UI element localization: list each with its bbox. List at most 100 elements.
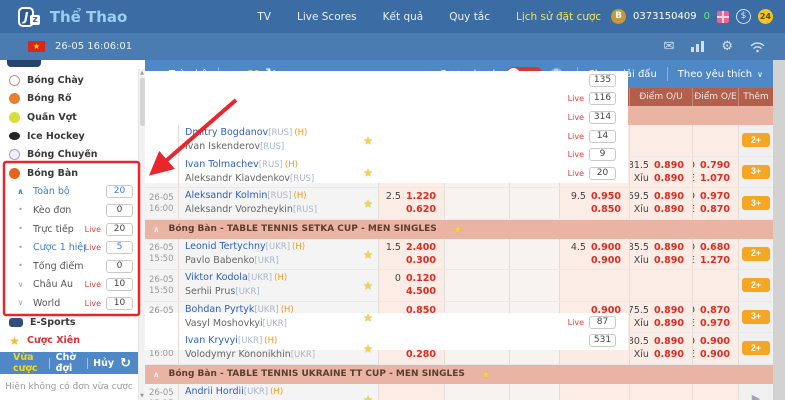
tab-pending[interactable]: Chờ đợi — [50, 352, 87, 374]
odds-line[interactable]: 0.850 — [560, 203, 629, 216]
mail-icon[interactable]: ✉ — [663, 40, 674, 53]
odds-diem-oe[interactable] — [692, 384, 738, 400]
odds-diem-oe[interactable] — [692, 125, 738, 156]
odds-line[interactable]: Xỉu0.890 — [630, 203, 692, 216]
odds-line[interactable]: 85.50.890 — [630, 241, 692, 254]
sidebar-item-bong-chay[interactable]: Bóng Chày135 — [0, 71, 628, 90]
sidebar-item-chau-au[interactable]: ∨Châu ÂuLive10 — [0, 276, 145, 295]
scroll-up-icon[interactable]: ▲ — [139, 70, 145, 76]
favorite-star-icon[interactable]: ★ — [453, 223, 463, 236]
nav-live-scores[interactable]: Live Scores — [297, 11, 357, 23]
more-markets-button[interactable]: 2+ — [742, 341, 770, 355]
refresh-icon[interactable]: ↻ — [120, 356, 131, 371]
dollar-coin-icon[interactable]: $ — [736, 9, 751, 24]
odds-line[interactable]: 69.50.890 — [630, 190, 692, 203]
odds-diem-ou[interactable] — [629, 270, 692, 301]
scrollbar-thumb[interactable] — [140, 78, 145, 126]
favorites-button[interactable]: Theo yêu thích — [678, 69, 752, 80]
odds-line[interactable]: Xỉu0.890 — [630, 254, 692, 267]
odds-hiep-ou[interactable] — [444, 384, 509, 400]
odds-hiep-hdp[interactable]: 2.51.2200.620 — [378, 188, 444, 219]
odds-diem-hdp[interactable]: 4.50.9000.900 — [559, 239, 629, 270]
odds-diem-oe[interactable]: O0.790E1.070 — [692, 157, 738, 188]
odds-line[interactable]: E1.070 — [693, 172, 738, 185]
sidebar-item-toan-bo[interactable]: ∧Toàn bộ20 — [0, 183, 145, 202]
odds-line[interactable]: O0.870 — [693, 304, 738, 317]
odds-diem-hdp[interactable] — [559, 384, 629, 400]
odds-line[interactable]: 00.120 — [379, 272, 444, 285]
odds-line[interactable]: 0.280 — [379, 348, 444, 361]
odds-diem-ou[interactable]: 80.50.890Xỉu0.890 — [629, 333, 692, 364]
favorite-star-icon[interactable]: ★ — [363, 135, 373, 148]
sidebar-scrollbar[interactable]: ▲ ▼ — [138, 69, 145, 400]
more-markets-button[interactable]: 2+ — [742, 247, 770, 261]
league-header[interactable]: ∧Bóng Bàn - TABLE TENNIS SETKA CUP - MEN… — [145, 220, 773, 239]
favorite-star-icon[interactable]: ★ — [363, 166, 373, 179]
odds-line[interactable]: O0.790 — [693, 159, 738, 172]
odds-line[interactable]: 4.50.900 — [560, 241, 629, 254]
sidebar-item-cuoc-1-hiep[interactable]: •Cược 1 hiệpLive5 — [0, 238, 145, 257]
more-markets-button[interactable]: 2+ — [742, 133, 770, 147]
sidebar-item-world[interactable]: ∨WorldLive10 — [0, 294, 145, 313]
odds-diem-oe[interactable]: O0.870E0.970 — [692, 302, 738, 333]
odds-hiep-ou[interactable] — [444, 188, 509, 219]
favorite-star-icon[interactable]: ★ — [363, 280, 373, 293]
odds-line[interactable]: E0.970 — [693, 317, 738, 330]
odds-diem-hdp[interactable] — [559, 270, 629, 301]
odds-hiep-ml[interactable] — [509, 188, 559, 219]
odds-line[interactable]: 81.50.890 — [630, 159, 692, 172]
more-markets-button[interactable]: 2+ — [742, 278, 770, 292]
more-markets-button[interactable]: 3+ — [742, 310, 770, 324]
odds-hiep-ml[interactable] — [509, 384, 559, 400]
odds-line[interactable]: 0.620 — [379, 203, 444, 216]
sidebar-item-truc-tiep[interactable]: •Trực tiếpLive20 — [0, 220, 145, 239]
odds-diem-oe[interactable]: O0.900E0.900 — [692, 333, 738, 364]
chevron-up-icon[interactable]: ∧ — [153, 370, 160, 379]
odds-diem-ou[interactable] — [629, 125, 692, 156]
favorite-star-icon[interactable]: ★ — [481, 368, 491, 381]
odds-diem-oe[interactable]: O0.970E0.870 — [692, 188, 738, 219]
account-badge[interactable]: B — [611, 9, 626, 24]
odds-line[interactable]: 75.50.890 — [630, 304, 692, 317]
odds-line[interactable]: E1.270 — [693, 254, 738, 267]
odds-line[interactable]: E0.900 — [693, 348, 738, 361]
favorite-star-icon[interactable]: ★ — [363, 393, 373, 400]
odds-diem-hdp[interactable]: 9.50.9500.850 — [559, 188, 629, 219]
odds-hiep-hdp[interactable]: 1.52.4000.300 — [378, 239, 444, 270]
odds-hiep-hdp[interactable] — [378, 384, 444, 400]
odds-diem-ou[interactable]: 69.50.890Xỉu0.890 — [629, 188, 692, 219]
brand-logo[interactable]: J z Thể Thao — [18, 7, 127, 27]
odds-line[interactable]: Xỉu0.890 — [630, 317, 692, 330]
sidebar-item-keo-don[interactable]: •Kèo đơn0 — [0, 201, 145, 220]
favorite-star-icon[interactable]: ★ — [363, 311, 373, 324]
odds-hiep-ou[interactable] — [444, 239, 509, 270]
odds-line[interactable]: 4.500 — [379, 285, 444, 298]
odds-line[interactable]: O0.680 — [693, 241, 738, 254]
odds-line[interactable]: O0.900 — [693, 335, 738, 348]
odds-hiep-hdp[interactable]: 00.1204.500 — [378, 270, 444, 301]
more-markets-button[interactable]: 3+ — [742, 165, 770, 179]
nav-rules[interactable]: Quy tắc — [449, 11, 490, 23]
sidebar-item-bong-ro[interactable]: Bóng RổLive116 — [0, 90, 628, 109]
odds-line[interactable]: Xỉu0.890 — [630, 348, 692, 361]
favorite-star-icon[interactable]: ★ — [363, 343, 373, 356]
odds-line[interactable]: 0.300 — [379, 254, 444, 267]
sidebar-item-quan-vot[interactable]: Quần VợtLive314 — [0, 108, 628, 127]
odds-hiep-ml[interactable] — [509, 239, 559, 270]
odds-diem-ou[interactable]: 85.50.890Xỉu0.890 — [629, 239, 692, 270]
nav-bet-history[interactable]: Lịch sử đặt cược — [516, 11, 601, 23]
tab-cancelled[interactable]: Hủy — [87, 358, 120, 369]
support-24h-icon[interactable]: 24 — [758, 9, 773, 24]
odds-line[interactable]: 80.50.890 — [630, 335, 692, 348]
league-header[interactable]: ∧Bóng Bàn - TABLE TENNIS UKRAINE TT CUP … — [145, 365, 773, 384]
favorite-star-icon[interactable]: ★ — [363, 248, 373, 261]
chevron-down-icon[interactable]: ∨ — [757, 70, 763, 79]
odds-hiep-ou[interactable] — [444, 270, 509, 301]
odds-line[interactable]: 0.900 — [560, 254, 629, 267]
odds-line[interactable]: E0.870 — [693, 203, 738, 216]
nav-results[interactable]: Kết quả — [383, 11, 424, 23]
odds-line[interactable]: O0.970 — [693, 190, 738, 203]
gear-icon[interactable]: ⚙ — [721, 40, 733, 53]
odds-line[interactable]: 9.50.950 — [560, 190, 629, 203]
odds-diem-ou[interactable]: 81.50.890Xỉu0.890 — [629, 157, 692, 188]
